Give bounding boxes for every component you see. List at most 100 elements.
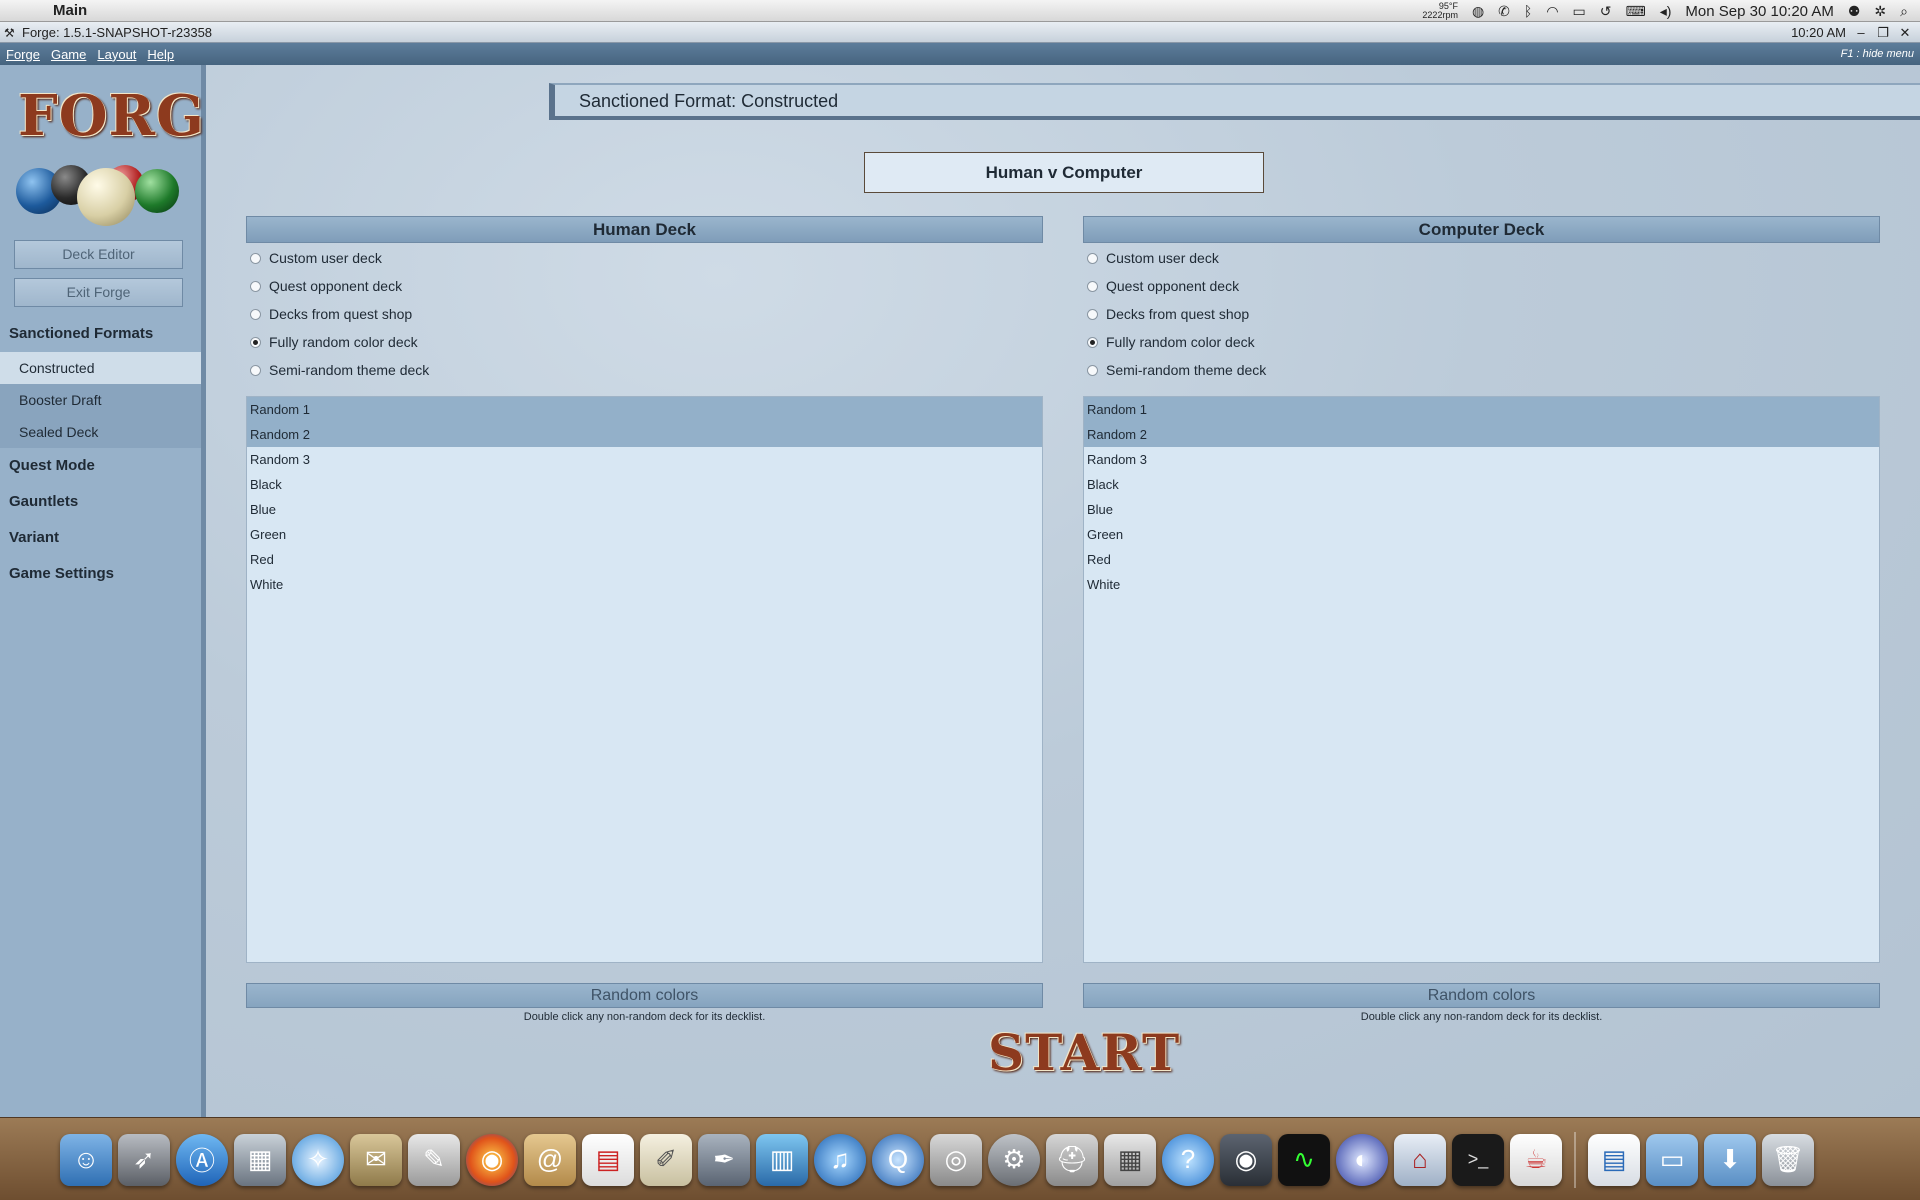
- disk-utility-icon[interactable]: ⛑: [1046, 1133, 1098, 1186]
- firefox-icon[interactable]: ◉: [466, 1133, 518, 1186]
- finder-icon[interactable]: ☺: [60, 1133, 112, 1186]
- human-deck-list[interactable]: Random 1 Random 2 Random 3 Black Blue Gr…: [246, 396, 1043, 963]
- list-item[interactable]: Green: [1084, 522, 1879, 547]
- list-item[interactable]: Green: [247, 522, 1042, 547]
- downloads-folder-icon[interactable]: ⬇: [1704, 1133, 1756, 1186]
- wifi-icon[interactable]: ◠: [1546, 3, 1558, 20]
- menu-game[interactable]: Game: [51, 47, 86, 62]
- nav-sanctioned-formats[interactable]: Sanctioned Formats: [9, 325, 153, 342]
- nav-gauntlets[interactable]: Gauntlets: [9, 493, 78, 510]
- radio-icon[interactable]: [1087, 252, 1098, 264]
- radio-icon[interactable]: [1087, 308, 1098, 320]
- list-item[interactable]: Random 3: [247, 447, 1042, 472]
- close-icon[interactable]: ✕: [1898, 25, 1912, 41]
- list-item[interactable]: Random 1: [1084, 397, 1879, 422]
- nav-constructed[interactable]: Constructed: [0, 352, 201, 384]
- start-button[interactable]: START: [988, 1023, 1179, 1083]
- computer-option-semi-random[interactable]: Semi-random theme deck: [1087, 360, 1266, 380]
- human-random-colors-button[interactable]: Random colors: [246, 983, 1043, 1008]
- radio-icon[interactable]: [250, 308, 261, 320]
- list-item[interactable]: Black: [1084, 472, 1879, 497]
- list-item[interactable]: Random 2: [1084, 422, 1879, 447]
- human-option-custom[interactable]: Custom user deck: [250, 248, 382, 268]
- folder-icon[interactable]: ▭: [1646, 1133, 1698, 1186]
- textedit-icon[interactable]: ✐: [640, 1133, 692, 1186]
- keyboard-icon[interactable]: ⌨: [1626, 3, 1646, 20]
- computer-option-fully-random[interactable]: Fully random color deck: [1087, 332, 1255, 352]
- radio-selected-icon[interactable]: [250, 336, 261, 348]
- itunes-icon[interactable]: ♫: [814, 1133, 866, 1186]
- list-item[interactable]: Random 2: [247, 422, 1042, 447]
- norton-icon[interactable]: ◍: [1472, 3, 1484, 20]
- calendar-icon[interactable]: ▤: [582, 1133, 634, 1186]
- menu-help[interactable]: Help: [147, 47, 174, 62]
- time-machine-icon[interactable]: ↺: [1600, 3, 1612, 20]
- launchpad-icon[interactable]: ➶: [118, 1133, 170, 1186]
- photo-booth-icon[interactable]: ◎: [930, 1133, 982, 1186]
- nav-variant[interactable]: Variant: [9, 529, 59, 546]
- radio-icon[interactable]: [250, 252, 261, 264]
- nav-game-settings[interactable]: Game Settings: [9, 565, 114, 582]
- quicktime-icon[interactable]: Q: [872, 1133, 924, 1186]
- system-preferences-icon[interactable]: ⚙: [988, 1133, 1040, 1186]
- volume-icon[interactable]: ◂): [1660, 3, 1672, 20]
- radio-icon[interactable]: [250, 280, 261, 292]
- list-item[interactable]: Red: [1084, 547, 1879, 572]
- list-item[interactable]: Red: [247, 547, 1042, 572]
- help-icon[interactable]: ?: [1162, 1133, 1214, 1186]
- mac-app-name[interactable]: Main: [53, 2, 87, 19]
- phone-icon[interactable]: ✆: [1498, 3, 1510, 20]
- deck-editor-button[interactable]: Deck Editor: [14, 240, 183, 269]
- pen-icon[interactable]: ✒: [698, 1133, 750, 1186]
- radio-icon[interactable]: [1087, 364, 1098, 376]
- news-icon[interactable]: ✎: [408, 1133, 460, 1186]
- app-store-icon[interactable]: Ⓐ: [176, 1133, 228, 1186]
- computer-option-quest-shop[interactable]: Decks from quest shop: [1087, 304, 1249, 324]
- list-item[interactable]: Black: [247, 472, 1042, 497]
- menu-clock[interactable]: Mon Sep 30 10:20 AM: [1685, 3, 1833, 20]
- nav-booster-draft[interactable]: Booster Draft: [0, 384, 201, 416]
- computer-random-colors-button[interactable]: Random colors: [1083, 983, 1880, 1008]
- list-item[interactable]: Random 1: [247, 397, 1042, 422]
- computer-option-custom[interactable]: Custom user deck: [1087, 248, 1219, 268]
- trash-icon[interactable]: 🗑: [1762, 1133, 1814, 1186]
- system-icon[interactable]: ▦: [234, 1133, 286, 1186]
- human-option-fully-random[interactable]: Fully random color deck: [250, 332, 418, 352]
- terminal-icon[interactable]: >_: [1452, 1133, 1504, 1186]
- human-option-quest-shop[interactable]: Decks from quest shop: [250, 304, 412, 324]
- radio-selected-icon[interactable]: [1087, 336, 1098, 348]
- human-option-quest-opponent[interactable]: Quest opponent deck: [250, 276, 402, 296]
- nav-sealed-deck[interactable]: Sealed Deck: [0, 416, 201, 448]
- mail-icon[interactable]: ✉: [350, 1133, 402, 1186]
- safari-icon[interactable]: ✧: [292, 1133, 344, 1186]
- menu-layout[interactable]: Layout: [97, 47, 136, 62]
- display-icon[interactable]: ▭: [1573, 3, 1586, 20]
- list-item[interactable]: White: [247, 572, 1042, 597]
- minimize-icon[interactable]: –: [1854, 25, 1868, 40]
- nav-quest-mode[interactable]: Quest Mode: [9, 457, 95, 474]
- menu-forge[interactable]: Forge: [6, 47, 40, 62]
- radio-icon[interactable]: [250, 364, 261, 376]
- radio-icon[interactable]: [1087, 280, 1098, 292]
- address-book-icon[interactable]: @: [524, 1133, 576, 1186]
- gear-icon[interactable]: ✲: [1874, 3, 1886, 20]
- spotlight-search-icon[interactable]: ⌕: [1900, 3, 1908, 20]
- home-icon[interactable]: ⌂: [1394, 1133, 1446, 1186]
- list-item[interactable]: Random 3: [1084, 447, 1879, 472]
- list-item[interactable]: White: [1084, 572, 1879, 597]
- activity-monitor-icon[interactable]: ∿: [1278, 1133, 1330, 1186]
- java-icon[interactable]: ☕: [1510, 1133, 1562, 1186]
- user-icon[interactable]: ⚉: [1848, 3, 1861, 20]
- exit-forge-button[interactable]: Exit Forge: [14, 278, 183, 307]
- bluetooth-icon[interactable]: ᛒ: [1524, 3, 1532, 19]
- facetime-icon[interactable]: ◉: [1220, 1133, 1272, 1186]
- calculator-icon[interactable]: ▦: [1104, 1133, 1156, 1186]
- list-item[interactable]: Blue: [247, 497, 1042, 522]
- computer-deck-list[interactable]: Random 1 Random 2 Random 3 Black Blue Gr…: [1083, 396, 1880, 963]
- computer-option-quest-opponent[interactable]: Quest opponent deck: [1087, 276, 1239, 296]
- chart-app-icon[interactable]: ▥: [756, 1133, 808, 1186]
- list-item[interactable]: Blue: [1084, 497, 1879, 522]
- restore-icon[interactable]: ❐: [1876, 25, 1890, 41]
- eclipse-icon[interactable]: ◐: [1336, 1133, 1388, 1186]
- human-option-semi-random[interactable]: Semi-random theme deck: [250, 360, 429, 380]
